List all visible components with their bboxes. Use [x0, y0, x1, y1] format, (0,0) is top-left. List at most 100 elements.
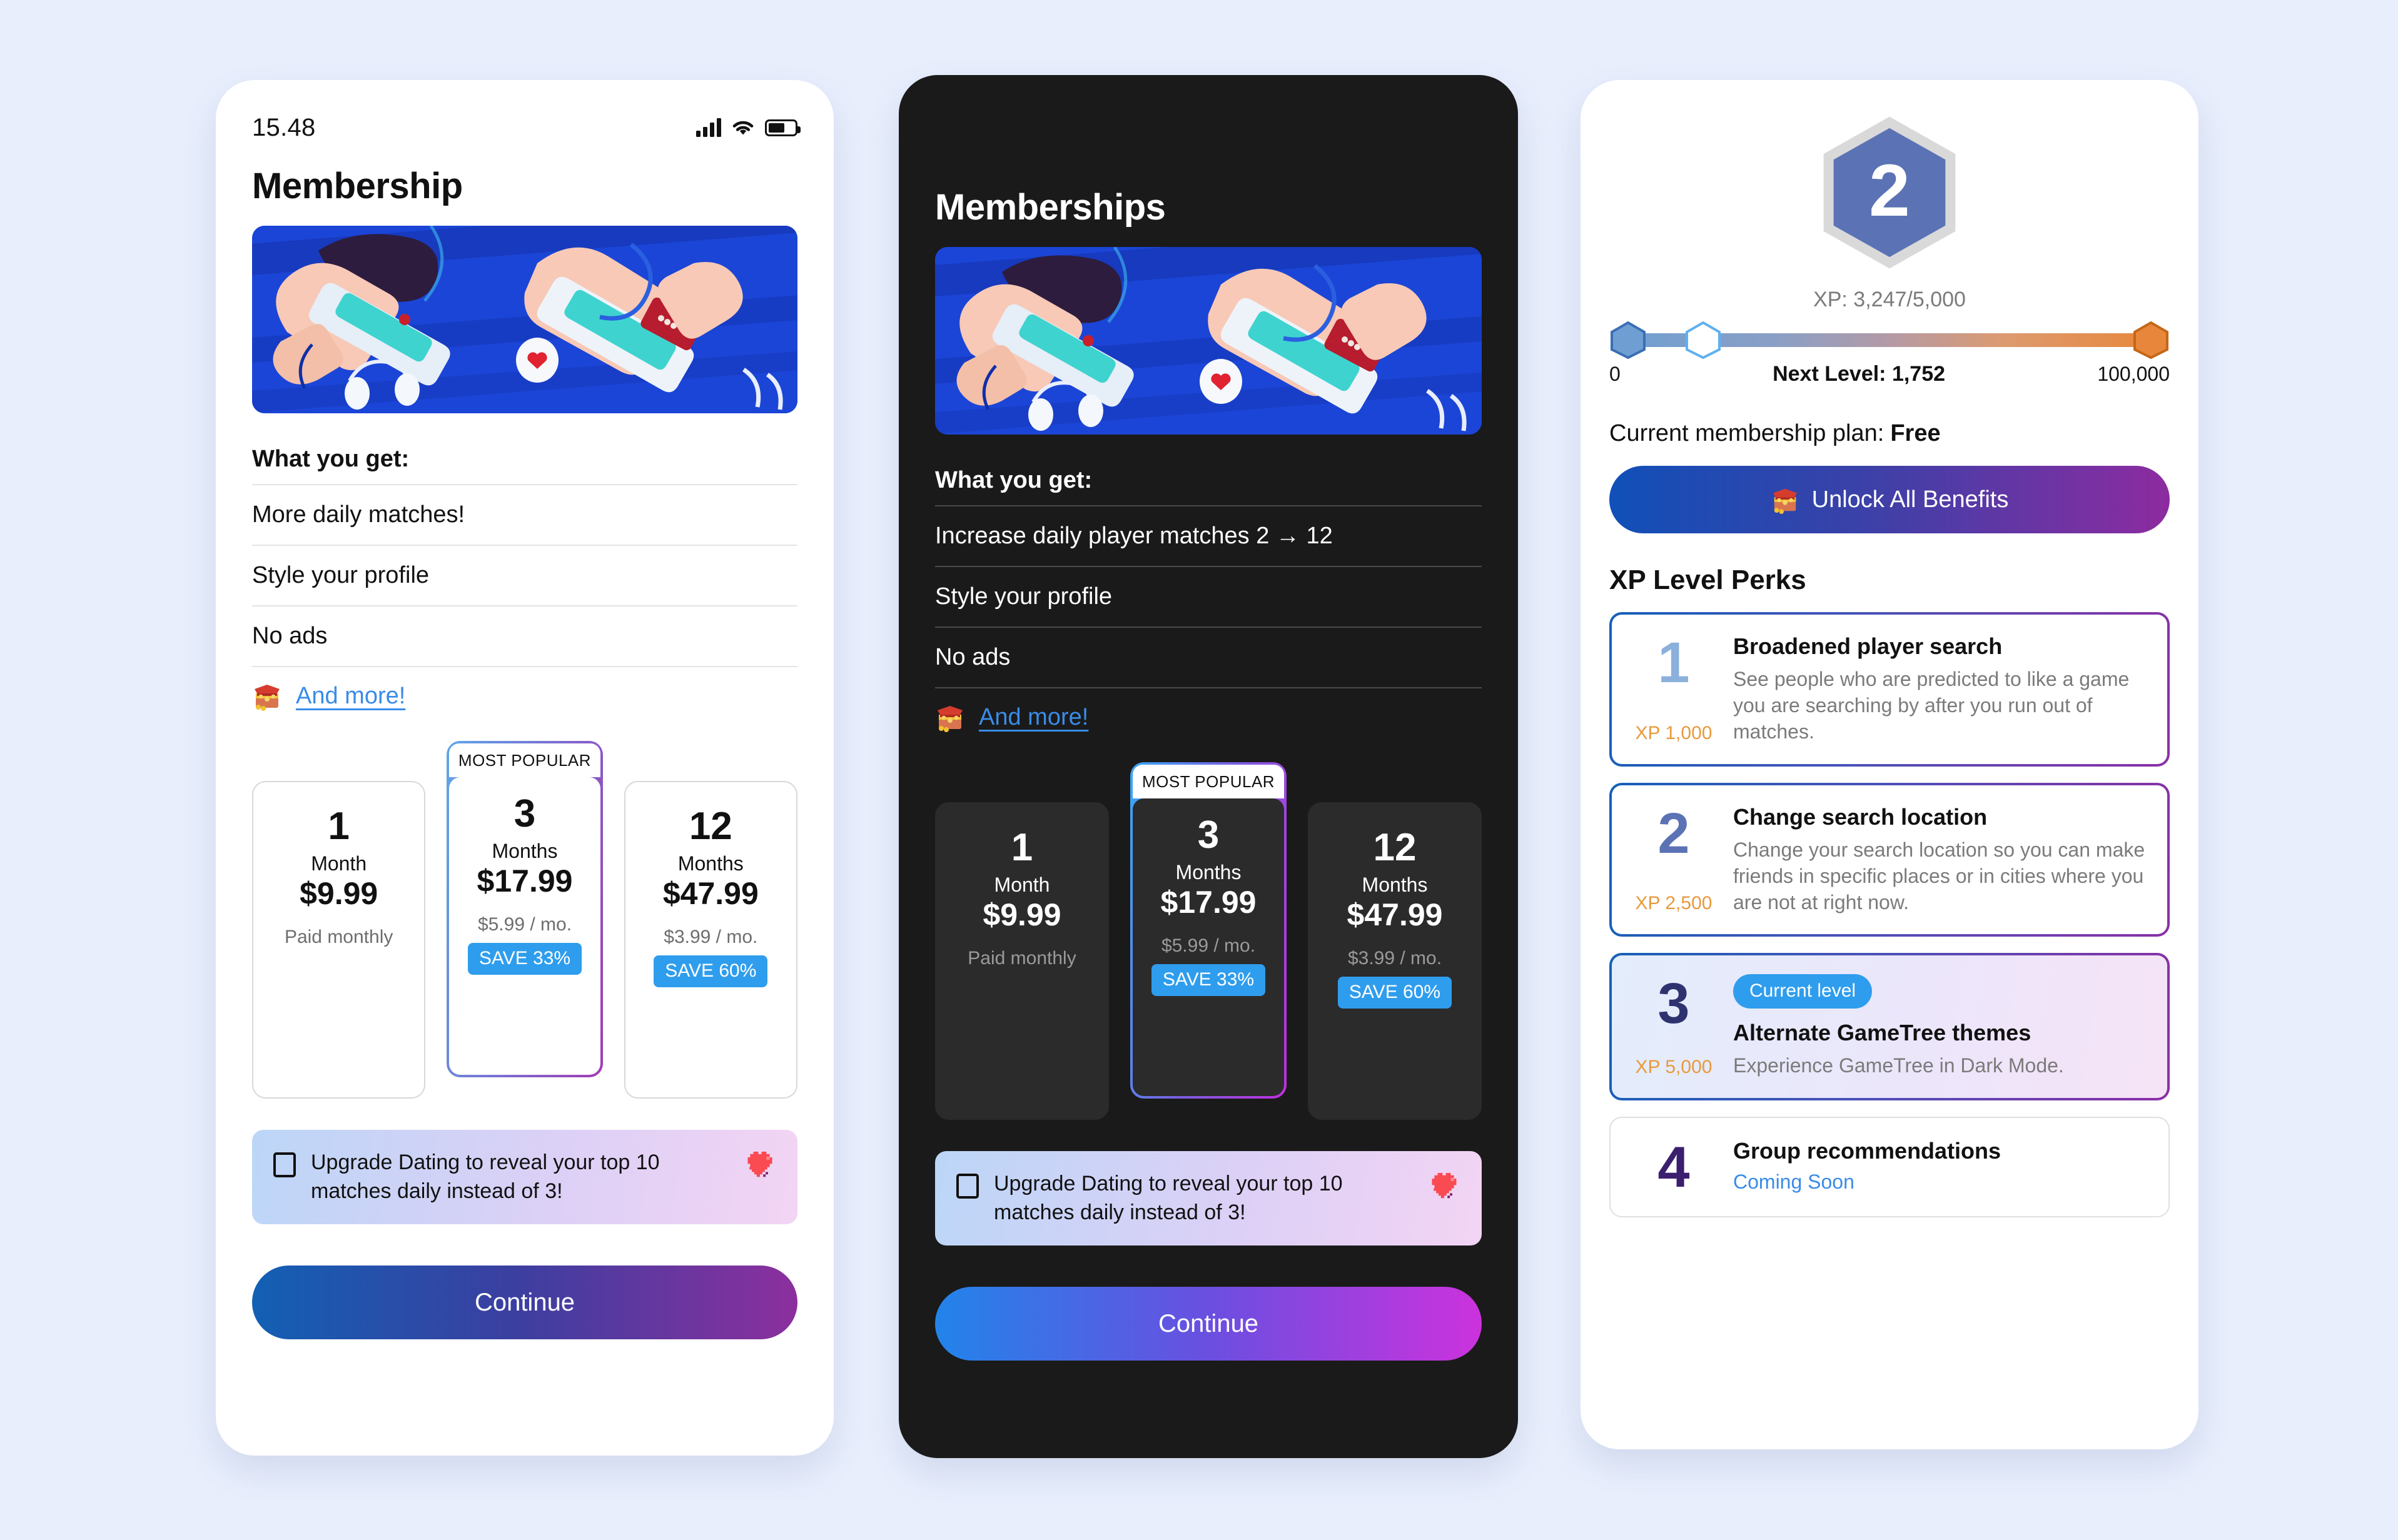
plan-duration-number: 3 [1197, 813, 1220, 857]
plan-card-1-month[interactable]: 1 Month $9.99 Paid monthly [252, 781, 426, 1099]
xp-level-screen: 2 XP: 3,247/5,000 0 Next Level: 1,752 10… [1581, 80, 2198, 1449]
plan-duration-number: 12 [689, 805, 732, 848]
page-title: Memberships [935, 187, 1166, 228]
unlock-all-benefits-button[interactable]: Unlock All Benefits [1609, 466, 2170, 533]
perk-xp-requirement: XP 2,500 [1635, 893, 1712, 914]
xp-current-marker-icon[interactable] [1684, 321, 1722, 360]
plan-card-3-months[interactable]: MOST POPULAR 3 Months $17.99 $5.99 / mo.… [439, 741, 610, 1099]
benefits-heading: What you get: [252, 446, 410, 472]
perk-card-body: 1 XP 1,000 Broadened player search See p… [1612, 615, 2167, 764]
wifi-icon [732, 121, 754, 135]
perk-level-number: 3 [1657, 972, 1690, 1036]
hero-illustration [935, 247, 1482, 435]
plan-duration-number: 12 [1373, 826, 1417, 869]
membership-screen-dark: Memberships What you get: Increase daily… [899, 75, 1518, 1458]
xp-count-label: XP: 3,247/5,000 [1813, 288, 1966, 311]
upgrade-dating-banner[interactable]: Upgrade Dating to reveal your top 10 mat… [935, 1151, 1482, 1246]
perk-left-column: 4 [1633, 1138, 1714, 1196]
benefit-item: No ads [252, 605, 797, 666]
perk-card-3[interactable]: 3 XP 5,000 Current level Alternate GameT… [1609, 953, 2170, 1100]
continue-button[interactable]: Continue [252, 1266, 797, 1340]
plan-duration-number: 1 [328, 805, 350, 848]
xp-progress-bar[interactable] [1609, 321, 2170, 360]
perk-level-number: 1 [1657, 631, 1690, 695]
perk-left-column: 2 XP 2,500 [1633, 804, 1714, 916]
xp-scale-max: 100,000 [2097, 363, 2170, 385]
plan-subtext: $3.99 / mo. [1347, 948, 1442, 969]
plan-subtext: $3.99 / mo. [664, 927, 758, 947]
level-number: 2 [1869, 149, 1910, 232]
benefits-heading: What you get: [935, 467, 1093, 493]
status-bar: 15.48 [216, 80, 834, 149]
plan-card-1-month[interactable]: 1 Month $9.99 Paid monthly [935, 802, 1109, 1120]
featured-gradient-border: MOST POPULAR 3 Months $17.99 $5.99 / mo.… [1130, 762, 1287, 1099]
plan-price: $17.99 [477, 863, 573, 898]
perks-section-title: XP Level Perks [1609, 565, 1806, 595]
plan-duration-number: 1 [1011, 826, 1033, 869]
upgrade-dating-checkbox[interactable] [273, 1152, 296, 1177]
xp-panel: 2 XP: 3,247/5,000 0 Next Level: 1,752 10… [1581, 80, 2198, 1218]
plan-card-12-months[interactable]: 12 Months $47.99 $3.99 / mo. SAVE 60% [624, 781, 797, 1099]
hero-illustration [252, 226, 797, 413]
plan-price: $9.99 [983, 897, 1061, 932]
current-plan-value: Free [1890, 420, 1941, 446]
and-more-link[interactable]: And more! [296, 683, 405, 710]
plan-subtext: Paid monthly [968, 948, 1076, 969]
page-title: Membership [252, 166, 463, 206]
treasure-chest-icon [938, 706, 963, 732]
gaming-illustration-svg [252, 226, 797, 413]
perk-title: Broadened player search [1733, 633, 2003, 659]
xp-start-marker-icon [1609, 321, 1647, 360]
plan-duration-unit: Months [492, 840, 558, 862]
current-level-badge: Current level [1733, 974, 1873, 1009]
perk-level-number: 4 [1657, 1135, 1690, 1199]
perk-right-column: Broadened player search See people who a… [1733, 633, 2146, 745]
xp-scale: 0 Next Level: 1,752 100,000 [1609, 362, 2170, 386]
plan-price: $47.99 [662, 876, 759, 911]
plan-card-12-months[interactable]: 12 Months $47.99 $3.99 / mo. SAVE 60% [1308, 802, 1482, 1120]
plan-subtext: Paid monthly [284, 927, 393, 947]
and-more-row[interactable]: And more! [252, 666, 797, 711]
continue-button[interactable]: Continue [935, 1287, 1482, 1361]
perk-title: Change search location [1733, 803, 1988, 830]
upgrade-dating-label: Upgrade Dating to reveal your top 10 mat… [311, 1150, 660, 1203]
benefit-item: No ads [935, 627, 1482, 687]
perk-left-column: 3 XP 5,000 [1633, 974, 1714, 1079]
canvas: 15.48 Membership What you get: More dail… [0, 0, 2398, 1540]
gaming-illustration-svg [935, 247, 1482, 435]
upgrade-dating-banner[interactable]: Upgrade Dating to reveal your top 10 mat… [252, 1130, 797, 1225]
unlock-all-benefits-label: Unlock All Benefits [1811, 486, 2009, 513]
and-more-row[interactable]: And more! [935, 687, 1482, 732]
benefit-item: Style your profile [935, 566, 1482, 627]
plan-duration-unit: Month [994, 873, 1050, 896]
perk-level-number: 2 [1657, 801, 1690, 865]
perk-right-column: Group recommendations Coming Soon [1733, 1138, 2146, 1196]
perk-title: Alternate GameTree themes [1733, 1020, 2031, 1046]
save-badge: SAVE 33% [1151, 964, 1266, 996]
most-popular-badge: MOST POPULAR [449, 743, 600, 777]
upgrade-dating-checkbox[interactable] [956, 1174, 979, 1199]
plan-duration-unit: Months [677, 852, 744, 875]
heart-icon [1432, 1172, 1457, 1199]
perk-card-4[interactable]: 4 Group recommendations Coming Soon [1609, 1116, 2170, 1218]
and-more-link[interactable]: And more! [979, 704, 1088, 731]
featured-gradient-border: MOST POPULAR 3 Months $17.99 $5.99 / mo.… [447, 741, 603, 1077]
coming-soon-label: Coming Soon [1733, 1170, 1854, 1193]
perk-right-column: Change search location Change your searc… [1733, 804, 2146, 916]
perk-xp-requirement: XP 5,000 [1635, 1056, 1712, 1077]
xp-next-level-label: Next Level: 1,752 [1773, 362, 1946, 386]
benefits-list: What you get: More daily matches! Style … [216, 432, 834, 711]
plan-duration-unit: Months [1362, 873, 1428, 896]
perk-card-1[interactable]: 1 XP 1,000 Broadened player search See p… [1609, 612, 2170, 767]
save-badge: SAVE 60% [1337, 977, 1452, 1009]
perk-title: Group recommendations [1733, 1137, 2001, 1164]
status-icons [696, 118, 801, 137]
level-hexagon-badge: 2 [1818, 114, 1961, 271]
perk-card-2[interactable]: 2 XP 2,500 Change search location Change… [1609, 782, 2170, 937]
battery-icon [765, 119, 801, 136]
plan-subtext: $5.99 / mo. [477, 914, 572, 935]
plan-price: $9.99 [300, 876, 378, 911]
heart-icon [747, 1151, 772, 1177]
plan-price: $17.99 [1160, 885, 1257, 920]
plan-card-3-months[interactable]: MOST POPULAR 3 Months $17.99 $5.99 / mo.… [1123, 762, 1294, 1120]
